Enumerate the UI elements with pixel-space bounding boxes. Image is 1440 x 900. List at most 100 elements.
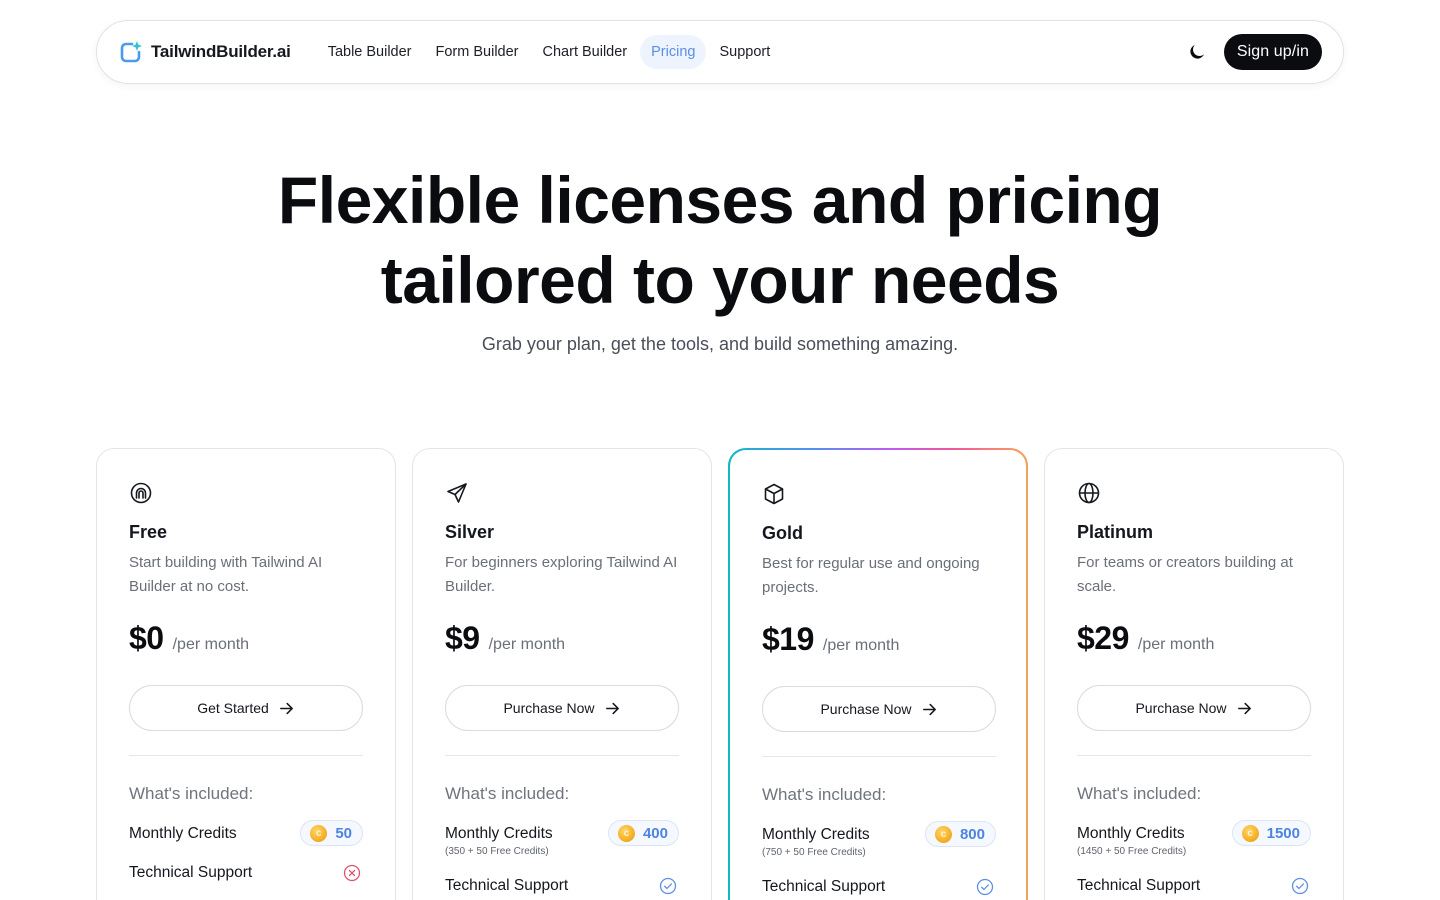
divider	[445, 755, 679, 756]
cta-label: Purchase Now	[820, 701, 912, 717]
plan-period: /per month	[488, 636, 566, 653]
credits-note: (350 + 50 Free Credits)	[445, 846, 549, 857]
feature-label: Technical Support	[445, 877, 569, 894]
globe-icon	[1077, 481, 1101, 505]
feature-label: Monthly Credits	[762, 826, 870, 843]
arrow-right-icon	[1237, 702, 1251, 714]
check-circle-icon	[659, 877, 677, 895]
feature-technical-support: Technical Support	[129, 863, 363, 883]
credits-badge: c 400	[607, 820, 679, 846]
included-heading: What's included:	[129, 784, 254, 803]
cta-label: Purchase Now	[1135, 700, 1227, 716]
moon-icon[interactable]	[1186, 41, 1208, 63]
nav-actions: Sign up/in	[1186, 34, 1322, 70]
credits-value: 1500	[1266, 824, 1300, 842]
plan-price: $0	[129, 620, 164, 656]
plan-description: For teams or creators building at scale.	[1077, 554, 1293, 595]
logo-icon	[119, 40, 143, 64]
brand-name: TailwindBuilder.ai	[151, 42, 291, 61]
coin-icon: c	[617, 824, 635, 842]
feature-technical-support: Technical Support	[1077, 876, 1311, 896]
purchase-now-button[interactable]: Purchase Now	[445, 685, 679, 731]
price-row: $29 /per month	[1077, 620, 1311, 664]
plan-description: For beginners exploring Tailwind AI Buil…	[445, 554, 678, 595]
feature-label: Monthly Credits	[129, 825, 237, 842]
x-circle-icon	[343, 864, 361, 882]
page-title-line-1: Flexible licenses and pricing	[277, 163, 1163, 237]
cube-icon	[762, 482, 786, 506]
credits-note: (750 + 50 Free Credits)	[762, 847, 866, 858]
credits-badge: c 50	[300, 820, 363, 846]
credits-badge: c 800	[924, 821, 996, 847]
feature-label: Monthly Credits	[445, 825, 553, 842]
nav-link-table-builder[interactable]: Table Builder	[317, 35, 423, 69]
feature-monthly-credits: Monthly Credits c 50	[129, 820, 363, 846]
arrow-right-icon	[279, 702, 293, 714]
feature-label: Technical Support	[1077, 877, 1201, 894]
feature-technical-support: Technical Support	[445, 876, 679, 896]
feature-monthly-credits: Monthly Credits (350 + 50 Free Credits) …	[445, 820, 679, 859]
nav-link-support[interactable]: Support	[708, 35, 781, 69]
feature-technical-support: Technical Support	[762, 877, 996, 897]
nav-link-chart-builder[interactable]: Chart Builder	[532, 35, 639, 69]
check-circle-icon	[976, 878, 994, 896]
plan-name: Free	[129, 522, 168, 542]
credits-note: (1450 + 50 Free Credits)	[1077, 846, 1187, 857]
brand-logo[interactable]: TailwindBuilder.ai	[119, 40, 291, 64]
feature-label: Monthly Credits	[1077, 825, 1185, 842]
plan-period: /per month	[822, 637, 900, 654]
top-navbar: TailwindBuilder.ai Table Builder Form Bu…	[96, 20, 1344, 84]
credits-value: 50	[335, 824, 352, 842]
page-title-line-2: tailored to your needs	[380, 243, 1060, 317]
arrow-right-icon	[605, 702, 619, 714]
credits-value: 800	[959, 825, 985, 843]
divider	[129, 755, 363, 756]
plan-price: $29	[1077, 620, 1129, 656]
plan-price: $19	[762, 621, 814, 657]
cta-label: Get Started	[197, 700, 269, 716]
credits-value: 400	[642, 824, 668, 842]
get-started-button[interactable]: Get Started	[129, 685, 363, 731]
signup-button[interactable]: Sign up/in	[1223, 34, 1322, 70]
plan-period: /per month	[1137, 636, 1215, 653]
price-row: $19 /per month	[762, 621, 994, 665]
feature-label: Technical Support	[762, 878, 886, 895]
check-circle-icon	[1291, 877, 1309, 895]
nav-link-pricing[interactable]: Pricing	[640, 35, 707, 69]
plan-name: Platinum	[1077, 522, 1154, 542]
cta-label: Purchase Now	[503, 700, 595, 716]
paper-plane-icon	[445, 481, 469, 505]
coin-icon: c	[934, 825, 952, 843]
feature-monthly-credits: Monthly Credits (1450 + 50 Free Credits)…	[1077, 820, 1311, 859]
plan-description: Best for regular use and ongoing project…	[762, 555, 980, 596]
purchase-now-button[interactable]: Purchase Now	[1077, 685, 1311, 731]
plan-name: Gold	[762, 523, 803, 543]
arrow-right-icon	[922, 703, 936, 715]
included-heading: What's included:	[762, 785, 887, 804]
nav-link-form-builder[interactable]: Form Builder	[425, 35, 530, 69]
plan-card-gold: Gold Best for regular use and ongoing pr…	[728, 448, 1028, 900]
feature-label: Technical Support	[129, 864, 253, 881]
plan-card-free: Free Start building with Tailwind AI Bui…	[96, 448, 396, 900]
included-heading: What's included:	[445, 784, 570, 803]
credits-badge: c 1500	[1231, 820, 1311, 846]
divider	[762, 756, 996, 757]
included-heading: What's included:	[1077, 784, 1202, 803]
purchase-now-button[interactable]: Purchase Now	[762, 686, 996, 732]
plan-description: Start building with Tailwind AI Builder …	[129, 554, 323, 595]
page-title: Flexible licenses and pricing tailored t…	[0, 160, 1440, 320]
divider	[1077, 755, 1311, 756]
plan-name: Silver	[445, 522, 495, 542]
plan-card-platinum: Platinum For teams or creators building …	[1044, 448, 1344, 900]
plan-card-silver: Silver For beginners exploring Tailwind …	[412, 448, 712, 900]
fingerprint-icon	[129, 481, 153, 505]
price-row: $9 /per month	[445, 620, 679, 664]
feature-monthly-credits: Monthly Credits (750 + 50 Free Credits) …	[762, 821, 996, 860]
coin-icon: c	[310, 824, 328, 842]
nav-links: Table Builder Form Builder Chart Builder…	[317, 35, 782, 69]
plan-period: /per month	[172, 636, 250, 653]
plan-price: $9	[445, 620, 480, 656]
price-row: $0 /per month	[129, 620, 363, 664]
coin-icon: c	[1241, 824, 1259, 842]
page-subtitle: Grab your plan, get the tools, and build…	[481, 334, 959, 354]
